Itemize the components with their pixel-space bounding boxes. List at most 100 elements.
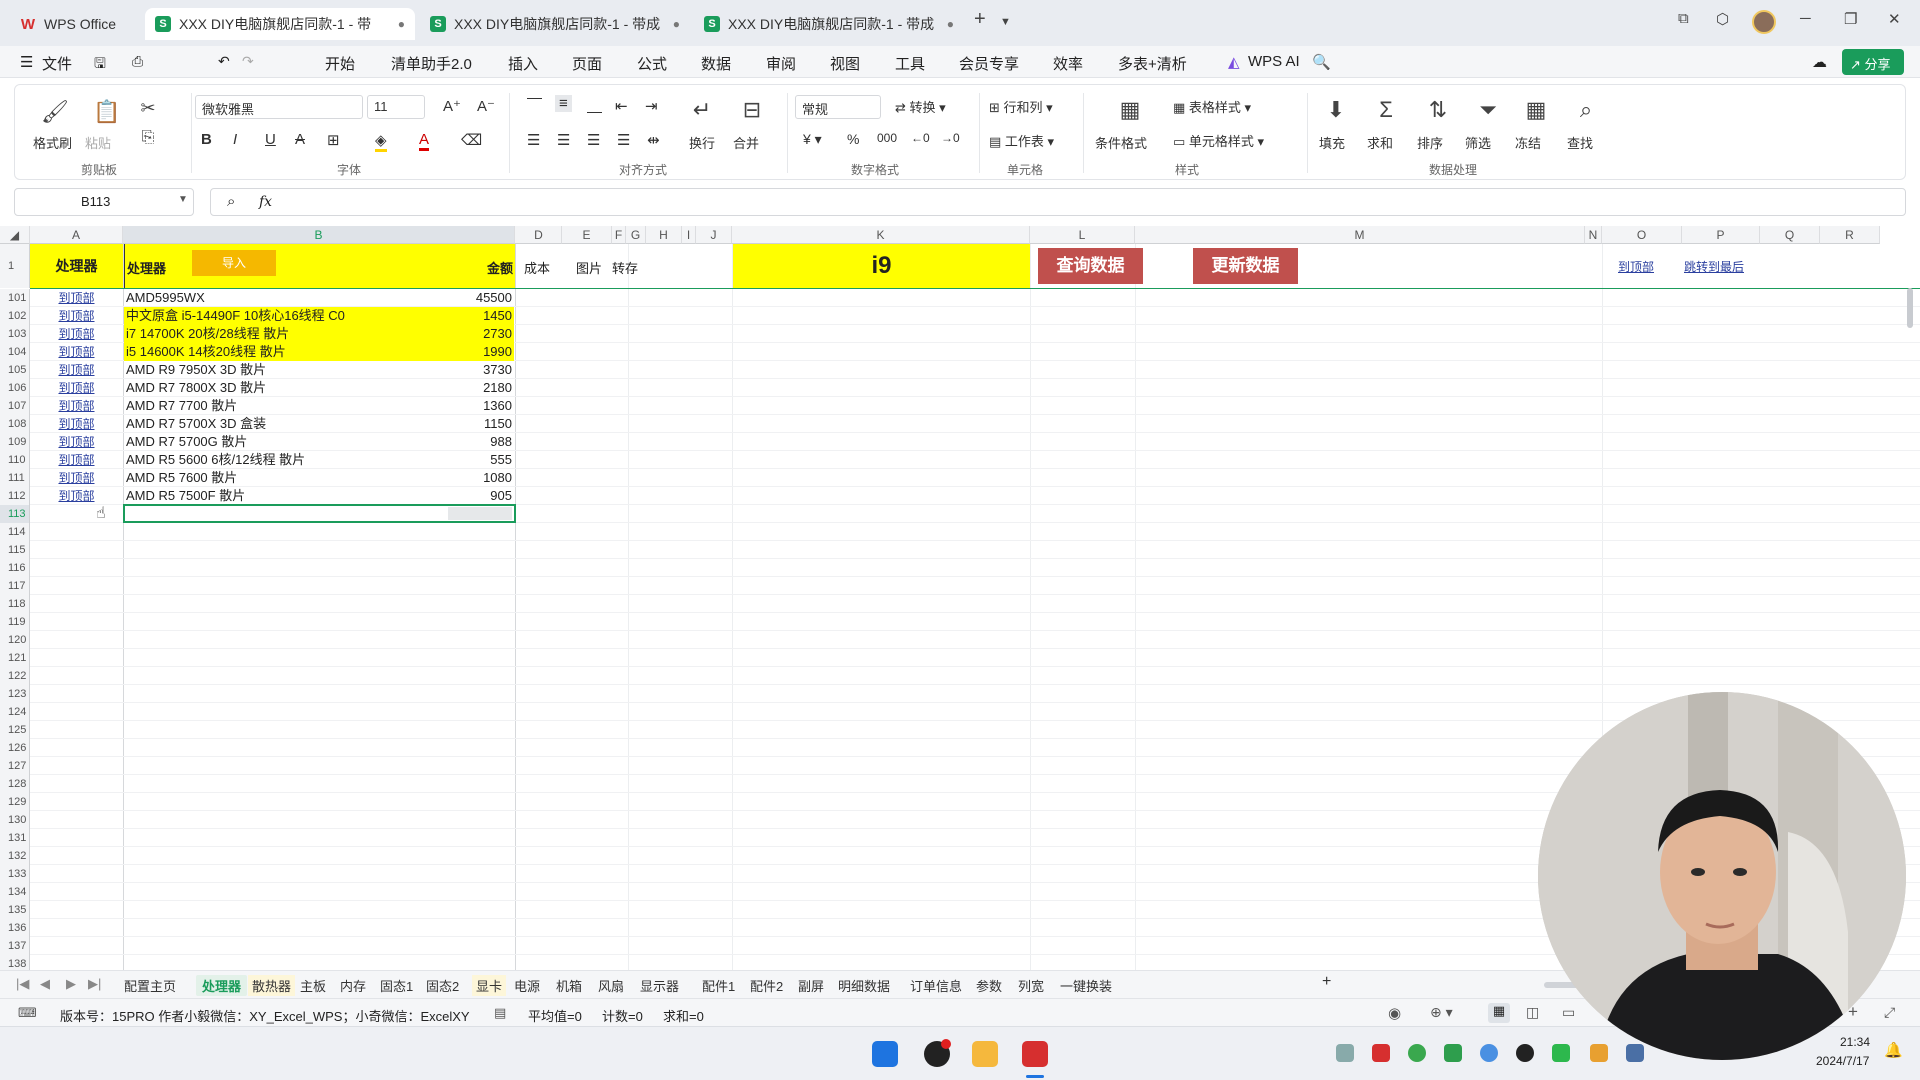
unsaved-dot-icon[interactable]: ●: [673, 17, 680, 31]
price-cell[interactable]: 988: [444, 433, 514, 451]
row-header[interactable]: 133: [0, 865, 30, 883]
col-header-e[interactable]: E: [562, 226, 612, 244]
go-top-link[interactable]: 到顶部: [1618, 258, 1654, 275]
col-header-f[interactable]: F: [612, 226, 626, 244]
tray-wps-icon[interactable]: [1372, 1044, 1390, 1062]
format-painter-icon[interactable]: 🖌: [41, 99, 69, 125]
go-top-link[interactable]: 到顶部: [30, 397, 123, 415]
tab-document-2[interactable]: S XXX DIY电脑旗舰店同款-1 - 带成 ●: [420, 8, 690, 40]
cut-icon[interactable]: ✂: [135, 95, 161, 121]
share-button[interactable]: ↗ 分享: [1842, 49, 1904, 75]
grow-font-icon[interactable]: A⁺: [443, 97, 461, 115]
row-header[interactable]: 116: [0, 559, 30, 577]
prev-sheet-icon[interactable]: ◀: [40, 976, 50, 992]
menu-member[interactable]: 会员专享: [959, 53, 1019, 74]
redo-icon[interactable]: ↷: [242, 53, 254, 70]
focus-mode-icon[interactable]: ⊕ ▾: [1430, 1004, 1453, 1021]
col-header-l[interactable]: L: [1030, 226, 1135, 244]
sheet-tab[interactable]: 主板: [300, 976, 326, 995]
sheet-tab[interactable]: 显卡: [472, 975, 507, 996]
decrease-decimal-icon[interactable]: →0: [941, 131, 960, 145]
first-sheet-icon[interactable]: |◀: [16, 976, 29, 992]
row-header[interactable]: 108: [0, 415, 30, 433]
update-data-button[interactable]: 更新数据: [1193, 248, 1298, 284]
go-top-link[interactable]: 到顶部: [30, 325, 123, 343]
avatar[interactable]: [1752, 10, 1776, 34]
windows-start-icon[interactable]: [872, 1041, 898, 1067]
filter-button[interactable]: 筛选: [1465, 133, 1491, 152]
product-name-cell[interactable]: AMD R5 7500F 散片: [124, 487, 444, 505]
go-top-link[interactable]: 到顶部: [30, 307, 123, 325]
print-icon[interactable]: ⎙: [132, 53, 143, 70]
col-header-p[interactable]: P: [1682, 226, 1760, 244]
zoom-icon[interactable]: ⌕: [227, 193, 235, 210]
increase-decimal-icon[interactable]: ←0: [911, 131, 930, 145]
add-sheet-icon[interactable]: +: [1322, 973, 1331, 991]
distribute-icon[interactable]: ⇹: [647, 131, 660, 149]
product-name-cell[interactable]: AMD R7 5700X 3D 盒装: [124, 415, 444, 433]
sheet-tab[interactable]: 明细数据: [838, 976, 890, 995]
font-name-select[interactable]: 微软雅黑: [195, 95, 363, 119]
go-top-link[interactable]: [30, 505, 123, 523]
formula-input[interactable]: ⌕ fx: [210, 188, 1906, 216]
col-header-i[interactable]: I: [682, 226, 696, 244]
tray-search-icon[interactable]: [1590, 1044, 1608, 1062]
menu-list-assistant[interactable]: 清单助手2.0: [391, 53, 472, 74]
row-header[interactable]: 120: [0, 631, 30, 649]
close-icon[interactable]: ✕: [1888, 10, 1901, 28]
row-header[interactable]: 129: [0, 793, 30, 811]
go-top-link[interactable]: 到顶部: [30, 469, 123, 487]
status-sum[interactable]: 求和=0: [663, 1006, 704, 1025]
page-break-view-icon[interactable]: ▭: [1562, 1004, 1575, 1021]
border-icon[interactable]: ⊞: [327, 131, 340, 149]
fill-button[interactable]: 填充: [1319, 133, 1345, 152]
fx-icon[interactable]: fx: [259, 194, 272, 210]
price-cell[interactable]: 1450: [444, 307, 514, 325]
row-header[interactable]: 107: [0, 397, 30, 415]
sheet-tab[interactable]: 订单信息: [910, 976, 962, 995]
row-header[interactable]: 117: [0, 577, 30, 595]
clear-format-icon[interactable]: ⌫: [461, 131, 482, 149]
row-header[interactable]: 112: [0, 487, 30, 505]
page-layout-view-icon[interactable]: ◫: [1526, 1004, 1539, 1021]
sheet-tab[interactable]: 固态1: [380, 976, 413, 995]
col-header-r[interactable]: R: [1820, 226, 1880, 244]
tray-mic-icon[interactable]: [1626, 1044, 1644, 1062]
align-top-icon[interactable]: ⎺: [527, 97, 542, 114]
sheet-tab[interactable]: 参数: [976, 976, 1002, 995]
percent-icon[interactable]: %: [847, 131, 859, 147]
paste-label[interactable]: 粘贴: [85, 133, 111, 152]
menu-data[interactable]: 数据: [701, 53, 731, 74]
go-top-link[interactable]: 到顶部: [30, 433, 123, 451]
sheet-tab[interactable]: 处理器: [196, 975, 248, 996]
product-name-cell[interactable]: 中文原盒 i5-14490F 10核心16线程 C0: [124, 307, 444, 325]
product-name-cell[interactable]: i7 14700K 20核/28线程 散片: [124, 325, 444, 343]
align-middle-icon[interactable]: ≡: [555, 95, 572, 112]
bold-icon[interactable]: B: [201, 131, 212, 148]
price-cell[interactable]: 3730: [444, 361, 514, 379]
format-painter-label[interactable]: 格式刷: [33, 133, 72, 152]
wrap-text-icon[interactable]: ↵: [689, 97, 715, 123]
product-name-cell[interactable]: AMD R5 5600 6核/12线程 散片: [124, 451, 444, 469]
vertical-scrollbar[interactable]: [1906, 252, 1914, 952]
col-header-d[interactable]: D: [516, 226, 562, 244]
thousands-icon[interactable]: 000: [877, 131, 897, 145]
font-color-icon[interactable]: A: [419, 131, 430, 151]
freeze-button[interactable]: 冻结: [1515, 133, 1541, 152]
header-cell-e1[interactable]: 图片: [576, 258, 602, 277]
col-header-j[interactable]: J: [696, 226, 732, 244]
select-all-corner[interactable]: ◢: [0, 226, 30, 244]
conditional-format-icon[interactable]: ▦: [1117, 97, 1143, 123]
tray-shield-icon[interactable]: [1444, 1044, 1462, 1062]
row-header-1[interactable]: 1: [0, 244, 30, 288]
price-cell[interactable]: 555: [444, 451, 514, 469]
indent-increase-icon[interactable]: ⇥: [645, 97, 658, 115]
go-top-link[interactable]: 到顶部: [30, 343, 123, 361]
tray-icon[interactable]: [1516, 1044, 1534, 1062]
unsaved-dot-icon[interactable]: ●: [398, 17, 405, 31]
row-header[interactable]: 127: [0, 757, 30, 775]
go-top-link[interactable]: 到顶部: [30, 289, 123, 307]
sheet-tab[interactable]: 配件2: [750, 976, 783, 995]
price-cell[interactable]: 2730: [444, 325, 514, 343]
save-icon[interactable]: 🖫: [94, 53, 106, 77]
